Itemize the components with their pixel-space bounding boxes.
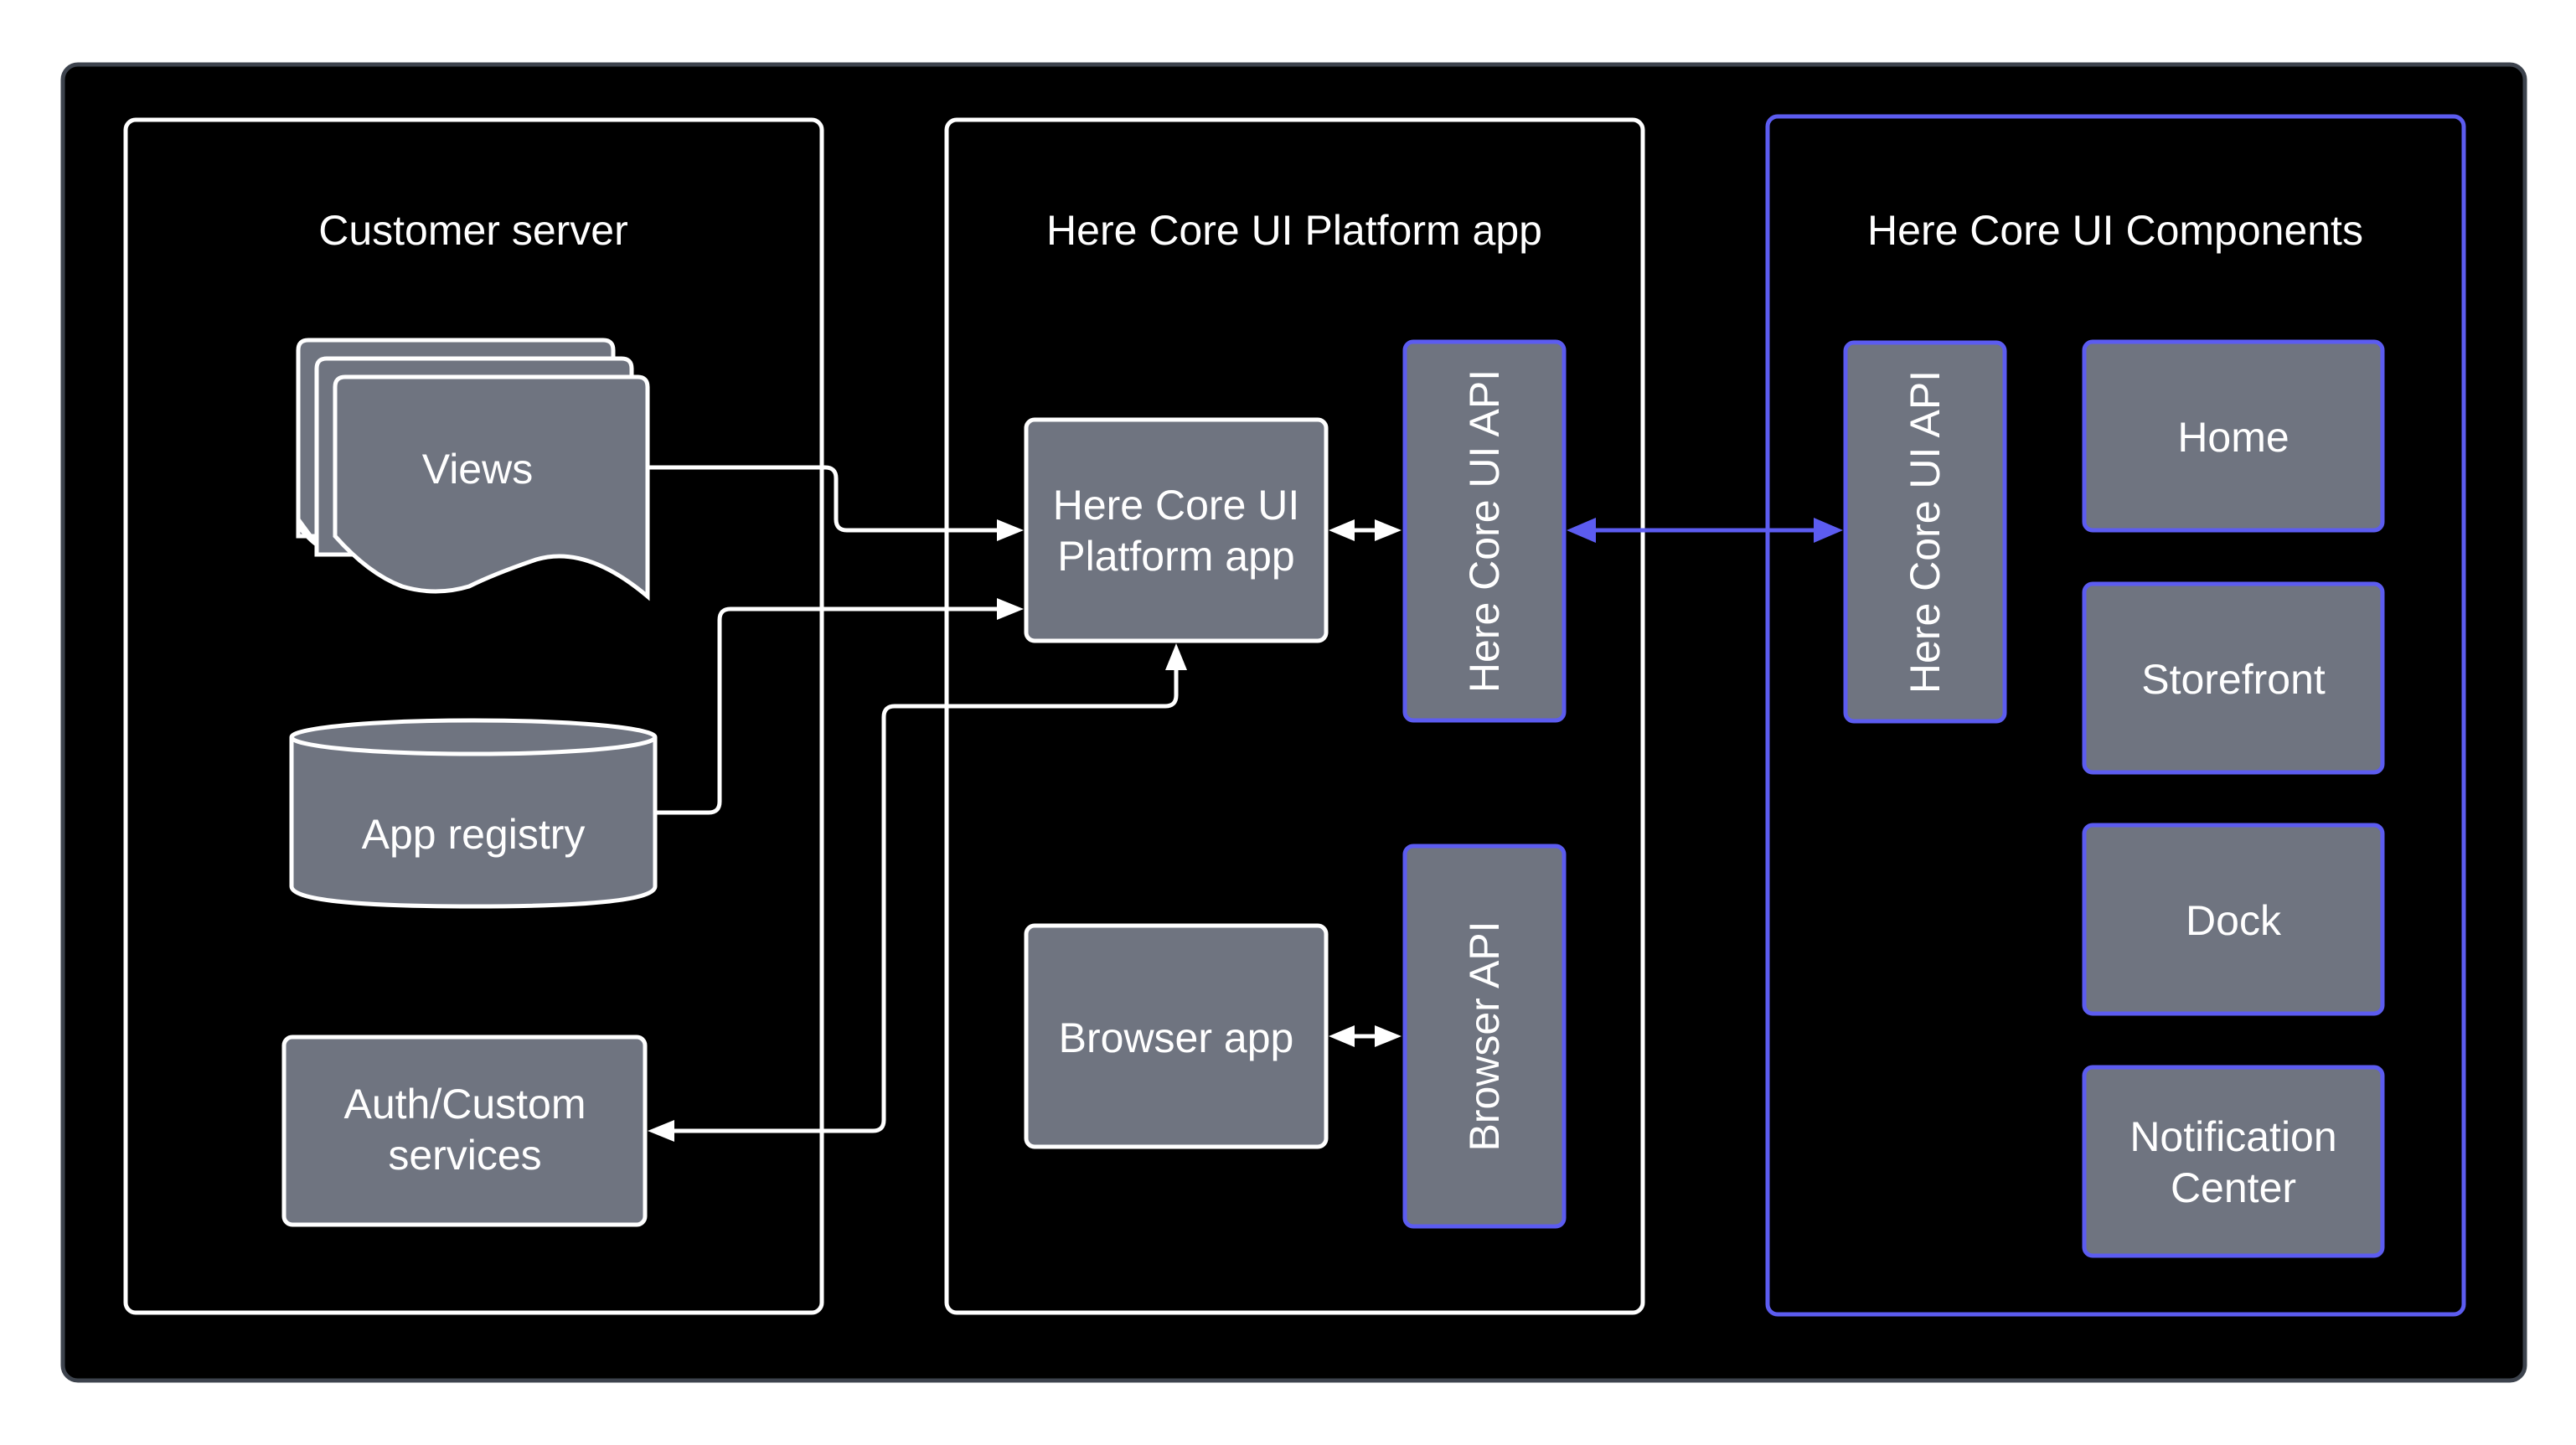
auth-services-label-line2: services	[388, 1132, 541, 1179]
registry-cylinder-top	[289, 718, 658, 756]
node-storefront[interactable]: Storefront	[2082, 581, 2385, 775]
notification-center-box	[2082, 1065, 2385, 1258]
group-title-components: Here Core UI Components	[1867, 207, 2363, 254]
platform-app-box	[1024, 417, 1329, 643]
notification-center-label-line2: Center	[2171, 1164, 2296, 1211]
notification-center-label-line1: Notification	[2129, 1113, 2336, 1160]
node-browser-app[interactable]: Browser app	[1024, 923, 1329, 1149]
platform-app-label-line1: Here Core UI	[1053, 482, 1300, 529]
platform-core-api-label: Here Core UI API	[1461, 369, 1508, 693]
architecture-diagram: Customer server Here Core UI Platform ap…	[60, 62, 2527, 1383]
group-title-customer-server: Customer server	[318, 207, 628, 254]
platform-app-label-line2: Platform app	[1057, 533, 1294, 580]
node-platform-core-api[interactable]: Here Core UI API	[1402, 339, 1567, 723]
components-core-api-label: Here Core UI API	[1902, 370, 1949, 694]
app-registry-label: App registry	[362, 811, 586, 858]
node-auth-services[interactable]: Auth/Custom services	[281, 1035, 648, 1227]
dock-label: Dock	[2186, 897, 2282, 944]
node-app-registry[interactable]: App registry	[289, 718, 658, 909]
node-dock[interactable]: Dock	[2082, 823, 2385, 1016]
node-home[interactable]: Home	[2082, 339, 2385, 533]
node-platform-app[interactable]: Here Core UI Platform app	[1024, 417, 1329, 643]
node-browser-api[interactable]: Browser API	[1402, 844, 1567, 1229]
storefront-label: Storefront	[2141, 656, 2326, 703]
group-title-platform-app: Here Core UI Platform app	[1046, 207, 1542, 254]
node-components-core-api[interactable]: Here Core UI API	[1843, 340, 2007, 724]
auth-services-box	[281, 1035, 648, 1227]
node-notification-center[interactable]: Notification Center	[2082, 1065, 2385, 1258]
browser-api-label: Browser API	[1461, 921, 1508, 1151]
home-label: Home	[2177, 414, 2289, 461]
auth-services-label-line1: Auth/Custom	[343, 1081, 586, 1128]
views-label: Views	[422, 446, 533, 493]
browser-app-label: Browser app	[1059, 1014, 1294, 1061]
